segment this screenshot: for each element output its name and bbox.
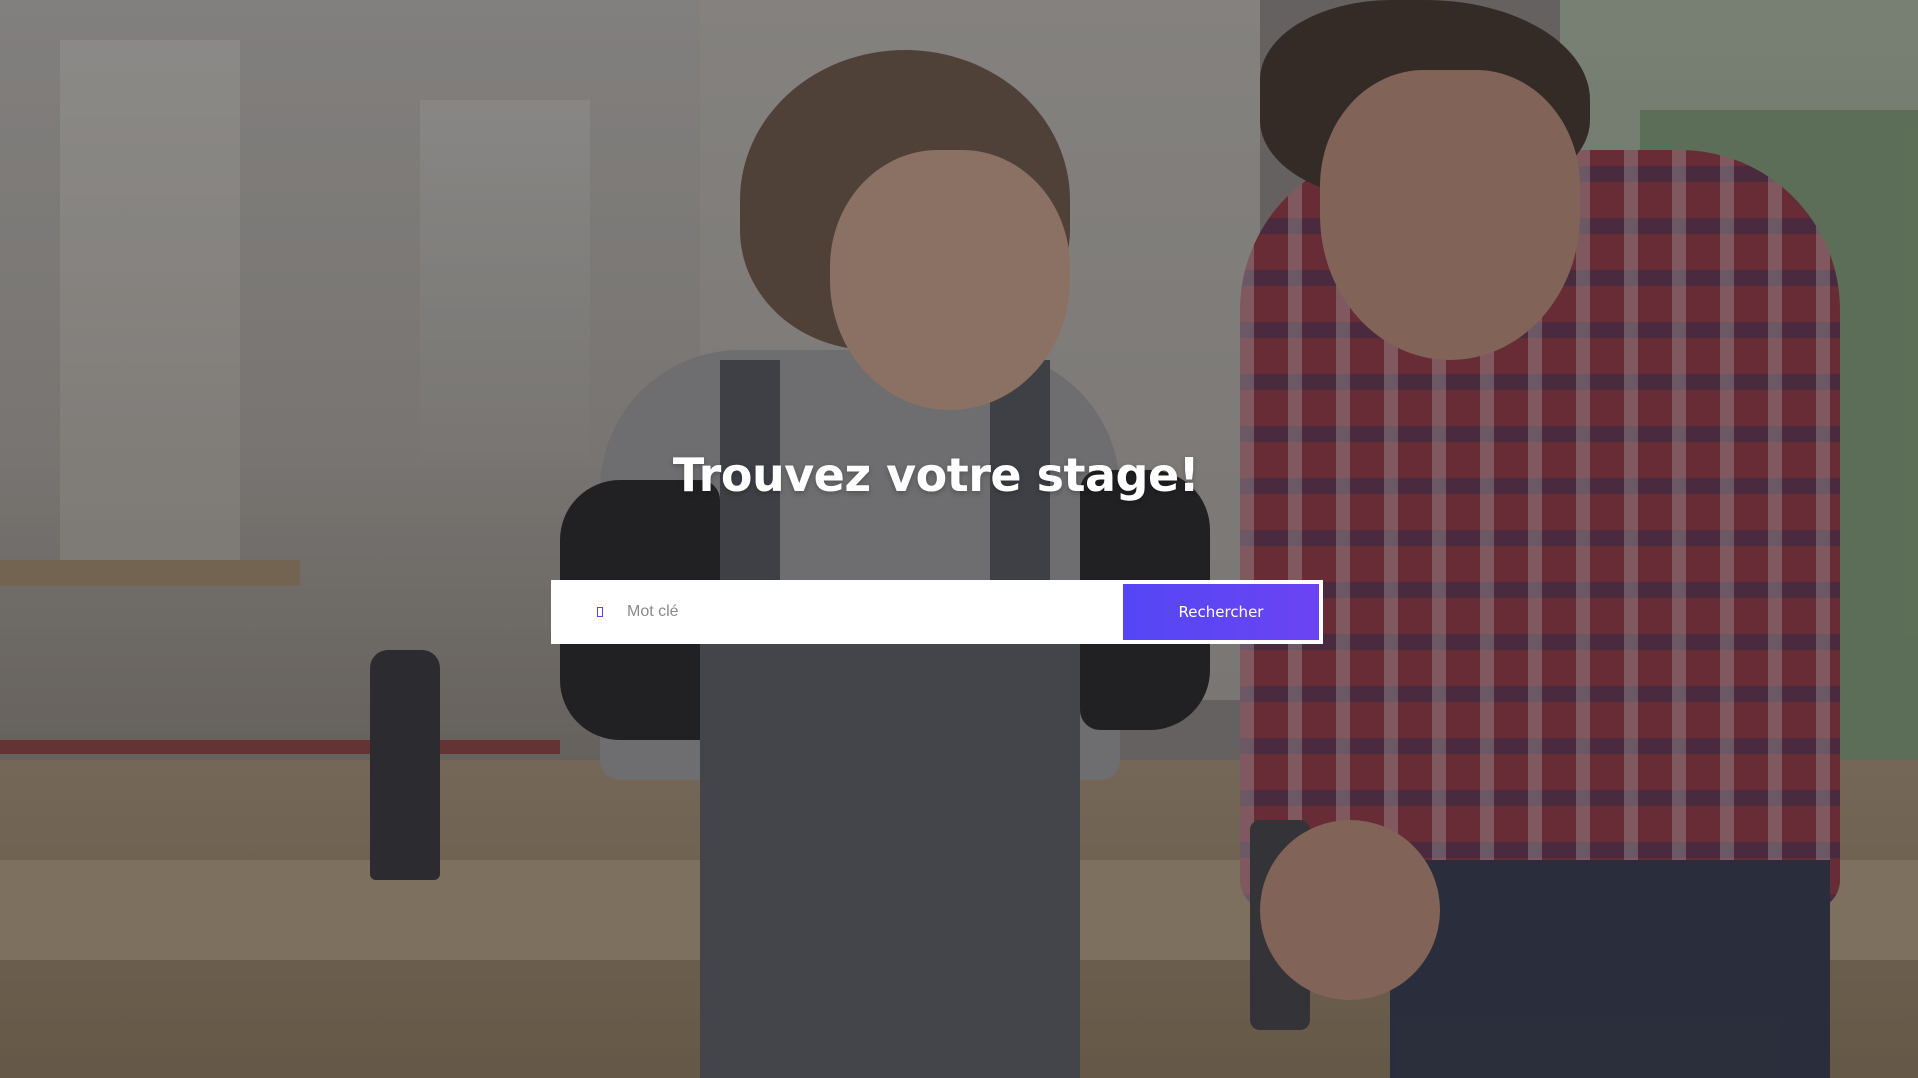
hero-content: Trouvez votre stage! Rechercher	[0, 0, 1918, 1078]
hero-headline: Trouvez votre stage!	[672, 448, 1200, 502]
keyword-search-input[interactable]	[617, 579, 1123, 645]
hero-section: Trouvez votre stage! Rechercher	[0, 0, 1918, 1078]
search-form: Rechercher	[551, 579, 1323, 645]
search-button[interactable]: Rechercher	[1123, 584, 1319, 640]
search-icon	[583, 607, 617, 617]
